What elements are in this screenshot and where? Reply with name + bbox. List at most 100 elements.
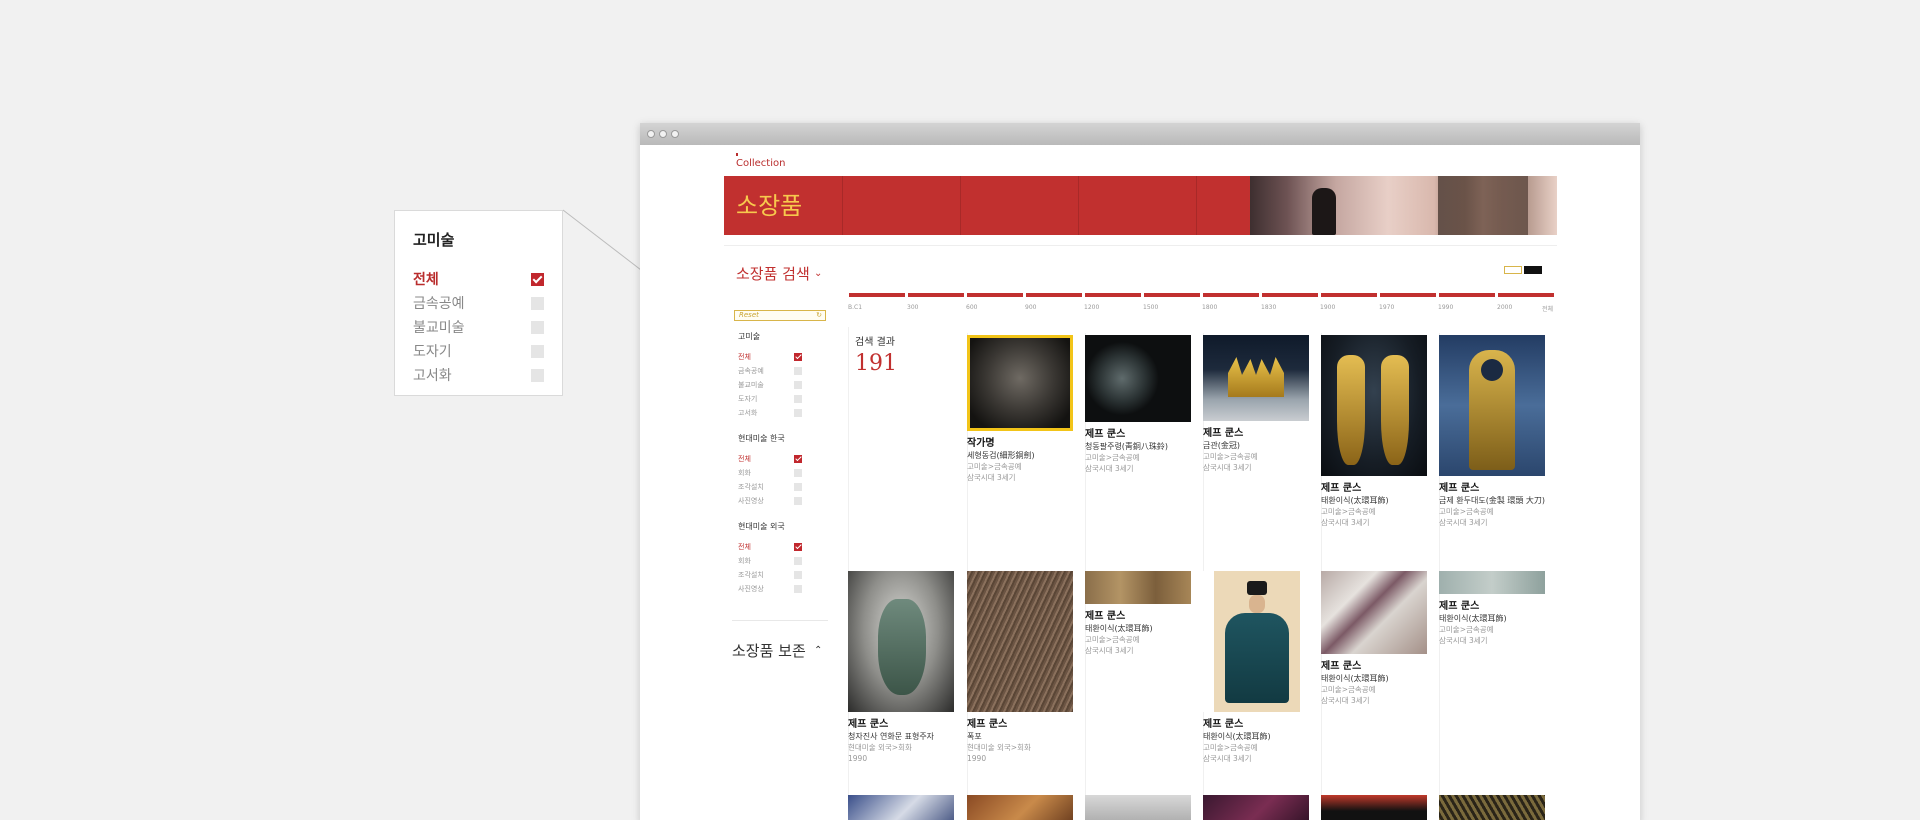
- checkbox-icon[interactable]: [531, 320, 544, 334]
- artwork-card[interactable]: 작가명 세형동검(細形銅劍) 고미술>금속공예 삼국시대 3세기: [967, 335, 1075, 483]
- filter-item[interactable]: 전체: [738, 452, 802, 466]
- artwork-image-scroll[interactable]: [1085, 571, 1191, 604]
- checkbox-checked-icon[interactable]: [531, 272, 544, 286]
- checkbox-icon[interactable]: [531, 344, 544, 358]
- artwork-card[interactable]: 제프 쿤스 태환이식(太環耳飾) 고미술>금속공예 삼국시대 3세기: [1203, 571, 1311, 764]
- artwork-image-waterfall[interactable]: [967, 571, 1073, 712]
- window-maximize-icon[interactable]: [671, 130, 679, 138]
- artwork-thumbnail[interactable]: [1439, 795, 1545, 820]
- callout-item-all[interactable]: 전체: [413, 267, 544, 291]
- checkbox-icon[interactable]: [794, 367, 802, 375]
- checkbox-checked-icon[interactable]: [794, 353, 802, 361]
- filter-item[interactable]: 사진영상: [738, 582, 802, 596]
- artwork-thumbnail[interactable]: [848, 795, 954, 820]
- callout-item-metal[interactable]: 금속공예: [413, 291, 544, 315]
- checkbox-icon[interactable]: [794, 557, 802, 565]
- chevron-down-icon[interactable]: ⌄: [814, 268, 822, 279]
- timeline-label[interactable]: 1830: [1261, 304, 1276, 311]
- artwork-image-abstract[interactable]: [1321, 571, 1427, 654]
- timeline-label[interactable]: 1970: [1379, 304, 1394, 311]
- artwork-image-gold-crown[interactable]: [1203, 335, 1309, 421]
- timeline-label[interactable]: 1500: [1143, 304, 1158, 311]
- filter-item[interactable]: 회화: [738, 466, 802, 480]
- checkbox-icon[interactable]: [794, 469, 802, 477]
- checkbox-icon[interactable]: [794, 409, 802, 417]
- timeline-segment[interactable]: [1439, 293, 1495, 297]
- timeline-segment[interactable]: [1380, 293, 1436, 297]
- checkbox-icon[interactable]: [794, 395, 802, 403]
- artwork-thumbnail[interactable]: [1085, 795, 1191, 820]
- artwork-card[interactable]: 제프 쿤스 폭포 현대미술 외국>회화 1990: [967, 571, 1075, 764]
- artwork-card[interactable]: 제프 쿤스 금관(金冠) 고미술>금속공예 삼국시대 3세기: [1203, 335, 1311, 473]
- artwork-image-landscape[interactable]: [1439, 571, 1545, 594]
- conservation-title[interactable]: 소장품 보존: [732, 640, 806, 661]
- timeline-segment[interactable]: [967, 293, 1023, 297]
- timeline-label[interactable]: B.C1: [848, 304, 862, 311]
- timeline-label[interactable]: 전체: [1542, 304, 1553, 313]
- checkbox-icon[interactable]: [531, 368, 544, 382]
- callout-item-ceramics[interactable]: 도자기: [413, 339, 544, 363]
- timeline-segment[interactable]: [1321, 293, 1377, 297]
- artwork-card[interactable]: 제프 쿤스 태환이식(太環耳飾) 고미술>금속공예 삼국시대 3세기: [1321, 335, 1429, 528]
- callout-item-buddhist[interactable]: 불교미술: [413, 315, 544, 339]
- filter-item[interactable]: 전체: [738, 350, 802, 364]
- timeline-label[interactable]: 1900: [1320, 304, 1335, 311]
- timeline-segment[interactable]: [908, 293, 964, 297]
- timeline-label[interactable]: 900: [1025, 304, 1036, 311]
- artwork-card[interactable]: 제프 쿤스 태환이식(太環耳飾) 고미술>금속공예 삼국시대 3세기: [1085, 571, 1193, 656]
- filter-item[interactable]: 불교미술: [738, 378, 802, 392]
- grid-view-icon[interactable]: [1524, 266, 1542, 274]
- artwork-image-gold-earrings[interactable]: [1321, 335, 1427, 476]
- checkbox-icon[interactable]: [794, 497, 802, 505]
- artwork-thumbnail[interactable]: [967, 795, 1073, 820]
- filter-item[interactable]: 전체: [738, 540, 802, 554]
- timeline-segment[interactable]: [1203, 293, 1259, 297]
- timeline-label[interactable]: 1200: [1084, 304, 1099, 311]
- filter-item[interactable]: 도자기: [738, 392, 802, 406]
- artwork-image-celadon-ewer[interactable]: [848, 571, 954, 712]
- timeline-label[interactable]: 300: [907, 304, 918, 311]
- artwork-image-gold-sword[interactable]: [1439, 335, 1545, 476]
- timeline-segment[interactable]: [1085, 293, 1141, 297]
- checkbox-checked-icon[interactable]: [794, 543, 802, 551]
- list-view-icon[interactable]: [1504, 266, 1522, 274]
- artwork-card[interactable]: 제프 쿤스 청동팔주령(靑銅八珠鈴) 고미술>금속공예 삼국시대 3세기: [1085, 335, 1193, 474]
- timeline-label[interactable]: 2000: [1497, 304, 1512, 311]
- collection-search-title[interactable]: 소장품 검색: [736, 263, 810, 284]
- brand-logo[interactable]: Collection: [736, 153, 785, 169]
- artwork-image-bronze-bells[interactable]: [1085, 335, 1191, 422]
- checkbox-checked-icon[interactable]: [794, 455, 802, 463]
- timeline-segment[interactable]: [1144, 293, 1200, 297]
- window-minimize-icon[interactable]: [659, 130, 667, 138]
- timeline-label[interactable]: 1800: [1202, 304, 1217, 311]
- view-toggle[interactable]: [1504, 266, 1542, 274]
- callout-item-painting[interactable]: 고서화: [413, 363, 544, 387]
- checkbox-icon[interactable]: [794, 483, 802, 491]
- timeline-label[interactable]: 600: [966, 304, 977, 311]
- artwork-card[interactable]: 제프 쿤스 태환이식(太環耳飾) 고미술>금속공예 삼국시대 3세기: [1439, 571, 1547, 646]
- artwork-image-portrait[interactable]: [1203, 571, 1309, 712]
- filter-item[interactable]: 고서화: [738, 406, 802, 420]
- artwork-thumbnail[interactable]: [1321, 795, 1427, 820]
- reset-button[interactable]: Reset ↻: [734, 310, 826, 321]
- artwork-card[interactable]: 제프 쿤스 금제 환두대도(金製 環頭 大刀) 고미술>금속공예 삼국시대 3세…: [1439, 335, 1547, 528]
- timeline-segment[interactable]: [1026, 293, 1082, 297]
- timeline-segment[interactable]: [849, 293, 905, 297]
- window-close-icon[interactable]: [647, 130, 655, 138]
- checkbox-icon[interactable]: [794, 585, 802, 593]
- artwork-thumbnail[interactable]: [1203, 795, 1309, 820]
- filter-item[interactable]: 회화: [738, 554, 802, 568]
- artwork-image-bronze-dagger[interactable]: [967, 335, 1073, 431]
- checkbox-icon[interactable]: [794, 571, 802, 579]
- timeline-label[interactable]: 1990: [1438, 304, 1453, 311]
- checkbox-icon[interactable]: [531, 296, 544, 310]
- artwork-card[interactable]: 제프 쿤스 청자진사 연화문 표형주자 현대미술 외국>회화 1990: [848, 571, 956, 764]
- chevron-up-icon[interactable]: ⌃: [814, 645, 822, 656]
- artwork-card[interactable]: 제프 쿤스 태환이식(太環耳飾) 고미술>금속공예 삼국시대 3세기: [1321, 571, 1429, 706]
- filter-item[interactable]: 사진영상: [738, 494, 802, 508]
- filter-item[interactable]: 조각설치: [738, 480, 802, 494]
- checkbox-icon[interactable]: [794, 381, 802, 389]
- filter-item[interactable]: 조각설치: [738, 568, 802, 582]
- timeline-segment[interactable]: [1262, 293, 1318, 297]
- filter-item[interactable]: 금속공예: [738, 364, 802, 378]
